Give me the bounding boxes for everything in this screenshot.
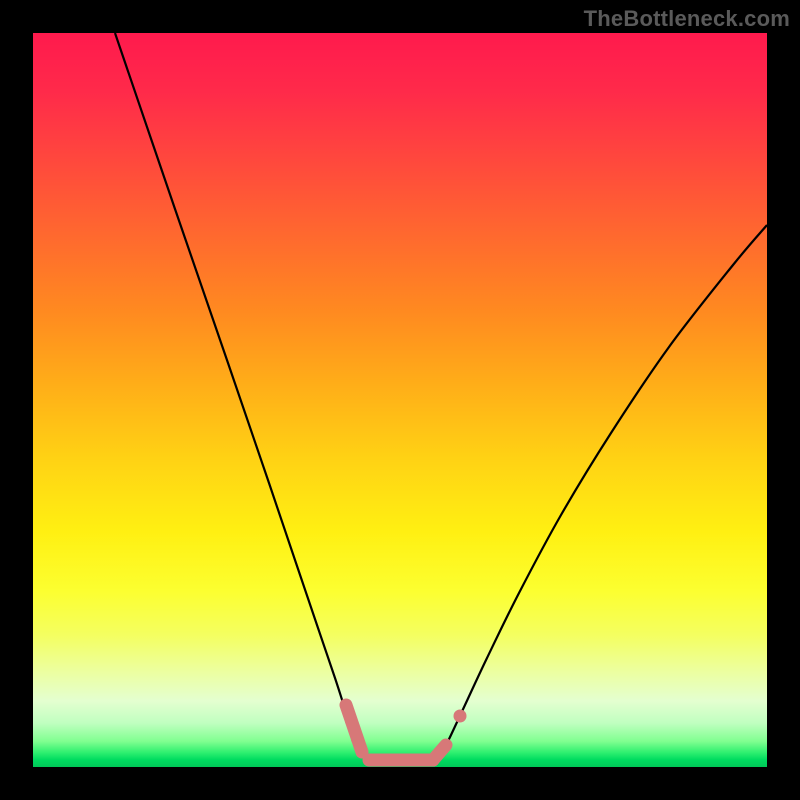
highlight-dot xyxy=(454,710,467,723)
highlight-segments xyxy=(346,705,446,760)
highlight-dot xyxy=(351,733,363,745)
plot-area xyxy=(33,33,767,767)
left-thick xyxy=(346,705,362,752)
curve-layer xyxy=(33,33,767,767)
right-thick xyxy=(433,745,446,760)
highlight-dot xyxy=(345,715,357,727)
watermark-text: TheBottleneck.com xyxy=(584,6,790,32)
chart-frame: TheBottleneck.com xyxy=(0,0,800,800)
left-curve xyxy=(115,33,361,751)
right-curve xyxy=(443,225,767,751)
